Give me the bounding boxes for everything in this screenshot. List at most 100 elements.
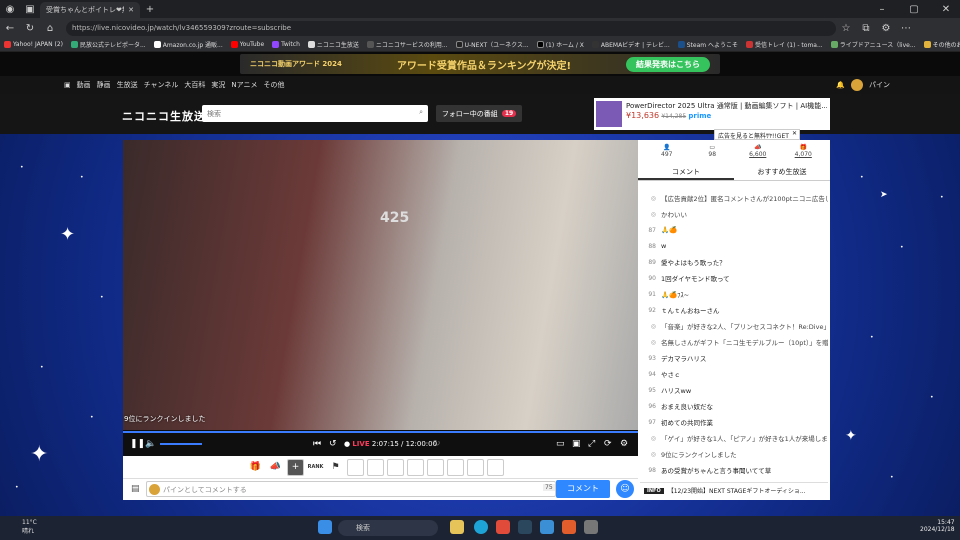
file-explorer-icon[interactable] <box>450 520 464 534</box>
nav-item[interactable]: チャンネル <box>144 80 179 90</box>
tab-recommended[interactable]: おすすめ生放送 <box>734 165 830 180</box>
bookmark-item[interactable]: Twitch <box>272 41 300 48</box>
ad-megaphone-icon[interactable]: 📣 <box>267 459 284 476</box>
nav-item[interactable]: 大百科 <box>184 80 205 90</box>
comment-toggle-icon[interactable]: ▭ <box>556 439 565 449</box>
system-comment-row[interactable]: ◎ 名無しさんがギフト「ニコ生モデルブルー（10pt）」を贈り <box>640 334 828 350</box>
comment-input[interactable]: パインとしてコメントする <box>146 481 556 497</box>
settings-gear-icon[interactable]: ⚙ <box>620 439 628 449</box>
comment-row[interactable]: 96 おまえ良い奴だな <box>640 398 828 414</box>
profile-icon[interactable]: ◉ <box>0 4 20 15</box>
comment-row[interactable]: 88 w <box>640 238 828 254</box>
edge-icon[interactable] <box>474 520 488 534</box>
steam-icon[interactable] <box>518 520 532 534</box>
volume-icon[interactable]: 🔈 <box>145 439 156 449</box>
browser-tab-active[interactable]: 受賞ちゃんとポイトレ❤無料広... ✕ <box>40 2 140 18</box>
comment-row[interactable]: 92 ｔんｔんおねーさん <box>640 302 828 318</box>
nav-item[interactable]: 動画 <box>77 80 91 90</box>
taskbar-clock[interactable]: 15:47 2024/12/18 <box>920 519 955 533</box>
bookmark-item[interactable]: Steam へようこそ <box>677 40 738 49</box>
item-slot[interactable] <box>487 458 504 476</box>
item-slot[interactable] <box>427 458 444 476</box>
gift-stat[interactable]: 🎁 4,070 <box>783 144 823 158</box>
ad-stat[interactable]: 📣 6,600 <box>738 144 778 158</box>
bookmark-item[interactable]: ニコニコ生放送 <box>307 40 359 49</box>
volume-slider[interactable] <box>160 443 202 445</box>
collections-icon[interactable]: ⧉ <box>856 23 876 34</box>
more-icon[interactable]: ⋯ <box>896 23 916 34</box>
award-result-button[interactable]: 結果発表はこちら <box>626 56 710 72</box>
comment-row[interactable]: 97 初めての共同作業 <box>640 414 828 430</box>
comment-row[interactable]: 91 🙏🍊ﾌｽ~ <box>640 286 828 302</box>
url-bar[interactable]: https://live.nicovideo.jp/watch/lv346559… <box>66 20 836 36</box>
bookmark-folder[interactable]: その他のお気に入り <box>923 40 960 49</box>
rank-button[interactable]: RANK <box>307 459 324 476</box>
comment-row[interactable]: 98 あの受賞がちゃんと言う事聞いてて草 <box>640 462 828 478</box>
comment-mode-icon[interactable]: ▤ <box>131 484 140 494</box>
bookmark-item[interactable]: Yahoo! JAPAN (2) <box>4 41 63 48</box>
reload-icon[interactable]: ⟳ <box>604 439 612 449</box>
comment-row[interactable]: 90 1回ダイヤモンド歌って <box>640 270 828 286</box>
outlook-icon[interactable] <box>562 520 576 534</box>
maximize-icon[interactable]: ▢ <box>904 4 924 15</box>
comment-row[interactable]: 89 愛やよはもう歌った？ <box>640 254 828 270</box>
system-comment-row[interactable]: ◎ 【広告貢献2位】匿名コメントさんが2100ptニコニ広告し <box>640 190 828 206</box>
search-input[interactable]: 検索 ⌕ <box>202 105 428 122</box>
bookmark-item[interactable]: ニコニコサービスの利用... <box>366 40 448 49</box>
comment-send-button[interactable]: コメント <box>556 480 610 498</box>
comment-assist-icon[interactable]: ☺ <box>616 480 634 498</box>
system-comment-row[interactable]: ◎ 「音楽」が好きな2人、「プリンセスコネクト！Re:Dive」が好き <box>640 318 828 334</box>
user-name[interactable]: パイン <box>869 80 890 90</box>
bookmark-item[interactable]: ライブドアニュース（live... <box>830 40 916 49</box>
nico-live-logo[interactable]: ニコニコ生放送 <box>122 108 206 124</box>
video-player[interactable] <box>123 140 638 430</box>
comment-row[interactable]: 87 🙏🍊 <box>640 222 828 238</box>
item-slot[interactable] <box>387 458 404 476</box>
nav-item[interactable]: 生放送 <box>117 80 138 90</box>
promo-close-icon[interactable]: ✕ <box>792 130 797 137</box>
mail-icon[interactable] <box>540 520 554 534</box>
store-icon[interactable] <box>496 520 510 534</box>
nav-item[interactable]: 実況 <box>211 80 225 90</box>
notification-bell-icon[interactable]: 🔔 <box>836 81 845 89</box>
fullscreen-icon[interactable]: ⤢ <box>588 439 595 449</box>
settings-icon[interactable] <box>584 520 598 534</box>
flag-icon[interactable]: ⚑ <box>327 459 344 476</box>
pause-icon[interactable]: ❚❚ <box>130 439 145 449</box>
windows-start-icon[interactable] <box>318 520 332 534</box>
home-icon[interactable]: ⌂ <box>40 23 60 34</box>
extensions-icon[interactable]: ⚙ <box>876 23 896 34</box>
add-item-button[interactable]: + <box>287 458 304 476</box>
taskbar-search[interactable]: 検索 <box>338 520 438 536</box>
bookmark-item[interactable]: Amazon.co.jp 通販... <box>153 40 223 49</box>
new-tab-icon[interactable]: + <box>140 4 160 15</box>
following-programs-button[interactable]: フォロー中の番組 19 <box>436 105 522 122</box>
window-close-icon[interactable]: ✕ <box>936 4 956 15</box>
bookmark-item[interactable]: 受信トレイ (1) - toma... <box>746 40 823 49</box>
nav-item-more[interactable]: その他 <box>264 80 285 90</box>
free-gift-promo[interactable]: 広告を見ると無料ｻﾔ!!GET ✕ <box>714 129 800 140</box>
system-comment-row[interactable]: ◎ かわいい <box>640 206 828 222</box>
bookmark-item[interactable]: (1) ホーム / X <box>536 40 584 49</box>
rewind-icon[interactable]: ↺ <box>329 439 337 449</box>
live-progress-bar[interactable] <box>123 431 638 433</box>
bookmark-item[interactable]: 民放公式テレビポータ... <box>70 40 146 49</box>
search-icon[interactable]: ⌕ <box>419 108 423 117</box>
info-ticker[interactable]: INFO 【12/23開始】NEXT STAGEギフトオーディショ... <box>640 482 828 498</box>
item-slot[interactable] <box>407 458 424 476</box>
comment-list[interactable]: ◎ 【広告貢献2位】匿名コメントさんが2100ptニコニ広告し ◎ かわいい 87 🙏🍊 8… <box>640 190 828 480</box>
item-slot[interactable] <box>467 458 484 476</box>
back-icon[interactable]: ← <box>0 23 20 34</box>
skip-back-icon[interactable]: ⏮ <box>313 439 321 449</box>
minimize-icon[interactable]: – <box>872 4 892 15</box>
gift-icon[interactable]: 🎁 <box>247 459 264 476</box>
bookmark-item[interactable]: ABEMAビデオ | テレビ... <box>591 40 670 49</box>
user-avatar[interactable] <box>851 79 863 91</box>
comment-row[interactable]: 95 ハリスww <box>640 382 828 398</box>
nico-home-icon[interactable]: ▣ <box>64 81 71 89</box>
nav-item[interactable]: 静画 <box>97 80 111 90</box>
tab-close-icon[interactable]: ✕ <box>128 6 134 14</box>
item-slot[interactable] <box>447 458 464 476</box>
theater-icon[interactable]: ▣ <box>572 439 581 449</box>
item-slot[interactable] <box>347 458 364 476</box>
